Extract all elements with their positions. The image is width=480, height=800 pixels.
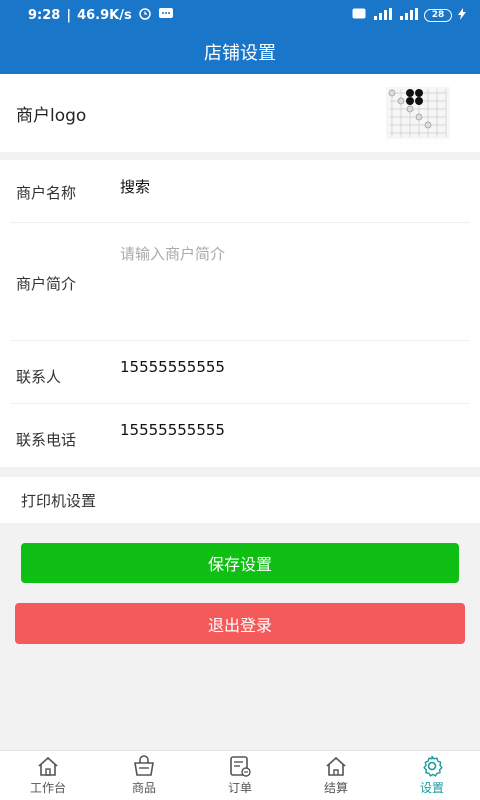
tab-workbench[interactable]: 工作台 — [0, 751, 96, 800]
message-icon — [158, 7, 174, 23]
printer-settings-row[interactable]: 打印机设置 — [0, 477, 480, 523]
tab-label: 订单 — [227, 781, 252, 795]
contact-input[interactable]: 15555555555 — [120, 358, 225, 376]
contact-row: 联系人 15555555555 — [10, 341, 470, 404]
page-title: 店铺设置 — [0, 30, 480, 74]
merchant-intro-row: 商户简介 请输入商户简介 — [10, 223, 470, 341]
merchant-name-input[interactable]: 搜索 — [120, 176, 150, 197]
status-time: 9:28 — [28, 7, 61, 23]
merchant-form: 商户名称 搜索 商户简介 请输入商户简介 联系人 15555555555 联系电… — [0, 160, 480, 467]
tab-settlement[interactable]: 结算 — [288, 751, 384, 800]
merchant-name-row: 商户名称 搜索 — [10, 160, 470, 223]
logo-image[interactable] — [386, 87, 450, 139]
tab-label: 结算 — [323, 781, 348, 795]
phone-label: 联系电话 — [16, 431, 77, 449]
gear-icon — [423, 755, 443, 777]
tab-products[interactable]: 商品 — [96, 751, 192, 800]
signal-icon — [372, 7, 392, 23]
merchant-intro-label: 商户简介 — [16, 275, 77, 293]
bottom-tab-bar: 工作台 商品 订单 结算 设置 — [0, 750, 480, 800]
basket-icon — [134, 755, 154, 776]
order-icon — [230, 756, 251, 777]
alarm-icon — [138, 6, 152, 24]
logo-label: 商户logo — [16, 105, 87, 126]
merchant-logo-row[interactable]: 商户logo — [0, 74, 480, 152]
contact-label: 联系人 — [16, 368, 62, 386]
tab-label: 商品 — [131, 781, 156, 795]
tab-label: 工作台 — [29, 781, 66, 795]
tab-orders[interactable]: 订单 — [192, 751, 288, 800]
charging-icon — [458, 7, 466, 23]
merchant-name-label: 商户名称 — [16, 184, 77, 202]
signal-icon-2 — [398, 7, 418, 23]
house-icon — [326, 756, 346, 776]
battery-icon: 28 — [424, 8, 452, 22]
home-icon — [38, 756, 58, 776]
save-button[interactable]: 保存设置 — [21, 543, 459, 583]
phone-input[interactable]: 15555555555 — [120, 421, 225, 439]
status-bar: 9:28 | 46.9K/s 28 — [0, 0, 480, 30]
hd-icon — [352, 8, 366, 22]
tab-label: 设置 — [419, 781, 444, 795]
merchant-intro-textarea[interactable]: 请输入商户简介 — [120, 243, 225, 264]
network-speed: 46.9K/s — [77, 7, 132, 23]
logout-button[interactable]: 退出登录 — [15, 603, 465, 644]
tab-settings[interactable]: 设置 — [384, 751, 480, 800]
phone-row: 联系电话 15555555555 — [10, 404, 470, 467]
